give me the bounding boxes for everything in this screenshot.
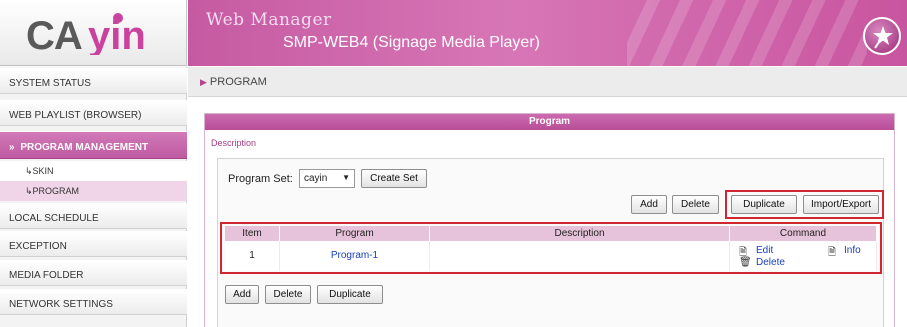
sidebar-item-label: WEB PLAYLIST (BROWSER) — [9, 110, 142, 121]
breadcrumb: ▶ PROGRAM — [188, 67, 907, 97]
chevron-down-icon: ▼ — [342, 173, 350, 182]
highlight-box-top — [725, 190, 884, 219]
bottom-duplicate-button[interactable]: Duplicate — [317, 285, 383, 304]
highlight-box-table — [220, 222, 882, 274]
sidebar-item-exception[interactable]: EXCEPTION — [0, 231, 187, 257]
sidebar-item-label: EXCEPTION — [9, 241, 67, 252]
program-panel: Program Description Program Set: cayin ▼… — [204, 113, 895, 327]
sidebar-item-media-folder[interactable]: MEDIA FOLDER — [0, 260, 187, 286]
program-set-value: cayin — [304, 173, 328, 184]
header-decoration — [627, 0, 867, 66]
product-title: Web Manager — [206, 10, 332, 30]
sidebar-item-label: NETWORK SETTINGS — [9, 299, 113, 310]
sidebar-item-web-playlist[interactable]: WEB PLAYLIST (BROWSER) — [0, 100, 187, 126]
sidebar-item-label: MEDIA FOLDER — [9, 270, 84, 281]
sidebar-item-network-settings[interactable]: NETWORK SETTINGS — [0, 289, 187, 315]
sidebar-item-label: PROGRAM MANAGEMENT — [20, 142, 149, 153]
bottom-delete-button[interactable]: Delete — [265, 285, 311, 304]
program-set-label: Program Set: — [228, 173, 293, 185]
device-title: SMP-WEB4 (Signage Media Player) — [283, 34, 540, 51]
header-bar: Web Manager SMP-WEB4 (Signage Media Play… — [188, 0, 907, 66]
sidebar-item-system-status[interactable]: SYSTEM STATUS — [0, 68, 187, 94]
sub-arrow-icon: ↳ — [25, 166, 33, 176]
sidebar-subitem-label: SKIN — [32, 166, 54, 176]
program-set-select[interactable]: cayin ▼ — [299, 169, 355, 188]
program-content-box: Program Set: cayin ▼ Create Set Add Dele… — [217, 158, 884, 327]
sidebar-item-program-management[interactable]: » PROGRAM MANAGEMENT — [0, 131, 187, 159]
cayin-logo-mark: CA yin — [26, 13, 146, 55]
description-link[interactable]: Description — [211, 138, 256, 148]
add-button[interactable]: Add — [631, 195, 667, 214]
sidebar-subitem-skin[interactable]: ↳SKIN — [0, 161, 187, 181]
sub-arrow-icon: ↳ — [25, 186, 33, 196]
double-chevron-icon: » — [9, 142, 15, 153]
sidebar-subitem-program[interactable]: ↳PROGRAM — [0, 181, 187, 201]
breadcrumb-label: PROGRAM — [209, 76, 267, 88]
create-set-button[interactable]: Create Set — [361, 169, 427, 188]
delete-button[interactable]: Delete — [672, 195, 719, 214]
svg-text:CA: CA — [26, 14, 82, 55]
triangle-right-icon: ▶ — [200, 77, 207, 87]
sidebar-item-label: SYSTEM STATUS — [9, 78, 91, 89]
sidebar-item-label: LOCAL SCHEDULE — [9, 213, 99, 224]
cayin-logo: CA yin — [0, 0, 187, 66]
sidebar: SYSTEM STATUS WEB PLAYLIST (BROWSER) » P… — [0, 67, 187, 327]
sidebar-item-local-schedule[interactable]: LOCAL SCHEDULE — [0, 203, 187, 229]
panel-title: Program — [205, 114, 894, 130]
sidebar-subitem-label: PROGRAM — [32, 186, 80, 196]
bottom-add-button[interactable]: Add — [225, 285, 259, 304]
magic-wand-icon[interactable] — [863, 17, 901, 55]
